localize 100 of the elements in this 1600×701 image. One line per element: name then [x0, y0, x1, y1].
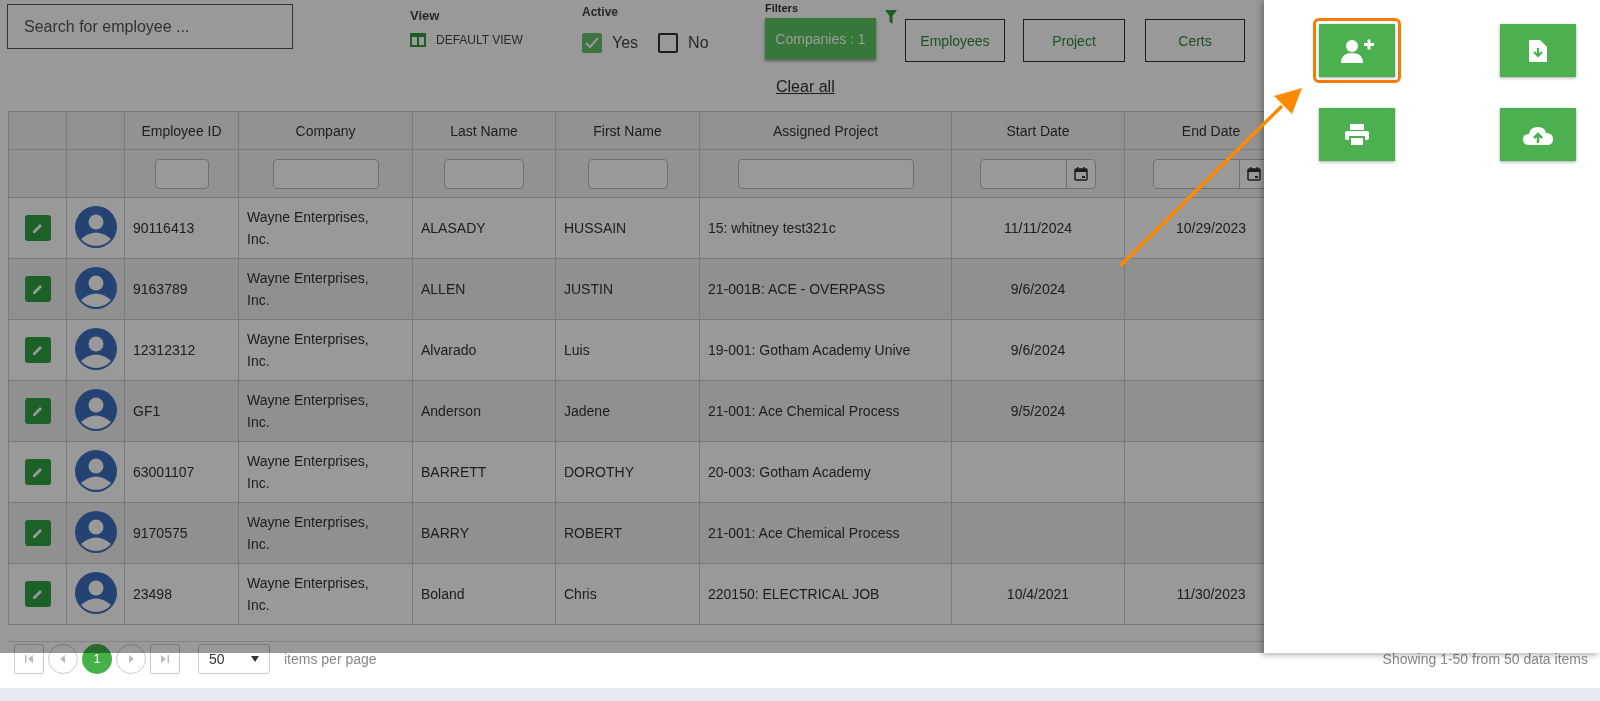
- date-filter-field[interactable]: [980, 158, 1096, 189]
- column-header[interactable]: End Date: [1181, 122, 1241, 139]
- checkbox[interactable]: [582, 33, 602, 53]
- table-cell: Wayne Enterprises, Inc.: [247, 514, 369, 552]
- edit-button[interactable]: [24, 581, 51, 607]
- last-page-button[interactable]: [150, 643, 180, 674]
- filter-button[interactable]: Certs: [1145, 19, 1245, 62]
- table-cell: 21-001: Ace Chemical Process: [708, 525, 900, 541]
- filter-field[interactable]: [154, 158, 209, 189]
- pencil-icon: [31, 405, 44, 417]
- checkbox[interactable]: [658, 33, 679, 53]
- table-cell: BARRY: [421, 525, 469, 541]
- table-cell: 20-003: Gotham Academy: [708, 464, 871, 480]
- next-icon: [126, 653, 136, 664]
- avatar-icon: [75, 571, 117, 614]
- avatar-icon: [75, 266, 117, 309]
- filter-button[interactable]: Project: [1023, 19, 1125, 62]
- checkbox-label: No: [688, 34, 709, 52]
- table-cell: 11/30/2023: [1176, 586, 1246, 602]
- table-cell: DOROTHY: [564, 464, 634, 480]
- table-cell: 9163789: [133, 281, 188, 297]
- filter-icon[interactable]: [885, 10, 897, 24]
- table-cell: 10/29/2023: [1175, 220, 1247, 236]
- filter-field[interactable]: [737, 158, 914, 189]
- filter-button[interactable]: Employees: [905, 19, 1005, 62]
- edit-button[interactable]: [24, 215, 51, 241]
- edit-button[interactable]: [24, 398, 51, 424]
- column-header[interactable]: Company: [295, 122, 356, 139]
- caret-icon: [251, 655, 259, 662]
- table-cell: Wayne Enterprises, Inc.: [247, 270, 369, 308]
- pencil-icon: [31, 283, 44, 295]
- table-cell: 11/11/2024: [1004, 220, 1072, 236]
- table-cell: 9/6/2024: [1010, 342, 1066, 358]
- table-cell: Alvarado: [421, 342, 477, 358]
- view-name[interactable]: DEFAULT VIEW: [436, 33, 523, 47]
- view-label: View: [410, 8, 441, 23]
- items-per-page-label: items per page: [284, 650, 377, 667]
- add-employee-button[interactable]: [1319, 24, 1395, 77]
- edit-button[interactable]: [24, 276, 51, 302]
- cloud-upload-icon: [1523, 124, 1553, 145]
- table-cell: Boland: [421, 586, 465, 602]
- table-cell: 21-001: Ace Chemical Process: [708, 403, 900, 419]
- download-button[interactable]: [1500, 24, 1576, 77]
- table-cell: ALASADY: [421, 220, 486, 236]
- clear-all-link[interactable]: Clear all: [776, 78, 835, 111]
- column-header[interactable]: Start Date: [1006, 122, 1070, 139]
- table-cell: 9/6/2024: [1010, 281, 1066, 297]
- table-cell: 10/4/2021: [1006, 586, 1070, 602]
- file-download-icon: [1529, 39, 1547, 62]
- table-cell: 15: whitney test321c: [708, 220, 836, 236]
- pencil-icon: [31, 222, 44, 234]
- table-cell: Chris: [564, 586, 597, 602]
- pencil-icon: [31, 588, 44, 600]
- column-header[interactable]: Assigned Project: [772, 122, 879, 139]
- table-cell: 9/5/2024: [1010, 403, 1066, 419]
- avatar-icon: [75, 388, 117, 431]
- table-cell: 19-001: Gotham Academy Unive: [708, 342, 911, 358]
- table-cell: Luis: [564, 342, 590, 358]
- avatar-icon: [75, 510, 117, 553]
- filter-field[interactable]: [587, 158, 668, 189]
- table-cell: Wayne Enterprises, Inc.: [247, 392, 369, 430]
- table-cell: 63001107: [133, 464, 195, 480]
- calendar-icon: [1246, 165, 1262, 182]
- add-user-icon: [1339, 37, 1375, 64]
- first-page-icon: [24, 653, 34, 664]
- avatar-icon: [75, 327, 117, 370]
- last-page-icon: [160, 653, 170, 664]
- columns-icon: [410, 33, 426, 47]
- calendar-icon: [1073, 165, 1089, 182]
- table-cell: GF1: [133, 403, 161, 419]
- filter-field[interactable]: [444, 158, 524, 189]
- printer-icon: [1345, 123, 1369, 146]
- next-page-button[interactable]: [116, 643, 146, 674]
- avatar-icon: [75, 449, 117, 492]
- edit-button[interactable]: [24, 459, 51, 485]
- table-cell: Wayne Enterprises, Inc.: [247, 209, 369, 247]
- table-cell: 12312312: [133, 342, 196, 358]
- previous-page-button[interactable]: [48, 643, 78, 674]
- table-cell: 9170575: [133, 525, 188, 541]
- first-page-button[interactable]: [14, 643, 44, 674]
- active-label: Active: [582, 5, 620, 19]
- pager-summary: Showing 1-50 from 50 data items: [1382, 650, 1589, 667]
- print-button[interactable]: [1319, 108, 1395, 161]
- table-cell: Wayne Enterprises, Inc.: [247, 331, 369, 369]
- table-cell: HUSSAIN: [564, 220, 627, 236]
- table-cell: JUSTIN: [564, 281, 613, 297]
- search-field[interactable]: Search for employee ...: [7, 4, 293, 49]
- table-cell: 21-001B: ACE - OVERPASS: [708, 281, 886, 297]
- edit-button[interactable]: [24, 520, 51, 546]
- pencil-icon: [31, 466, 44, 478]
- table-cell: BARRETT: [421, 464, 487, 480]
- table-cell: ALLEN: [421, 281, 466, 297]
- filters-label: Filters: [765, 2, 799, 14]
- table-cell: ROBERT: [564, 525, 623, 541]
- filter-field[interactable]: [272, 158, 379, 189]
- edit-button[interactable]: [24, 337, 51, 363]
- upload-button[interactable]: [1500, 108, 1576, 161]
- pencil-icon: [31, 344, 44, 356]
- page-size-dropdown[interactable]: 50: [198, 643, 270, 674]
- table-cell: 220150: ELECTRICAL JOB: [708, 586, 880, 602]
